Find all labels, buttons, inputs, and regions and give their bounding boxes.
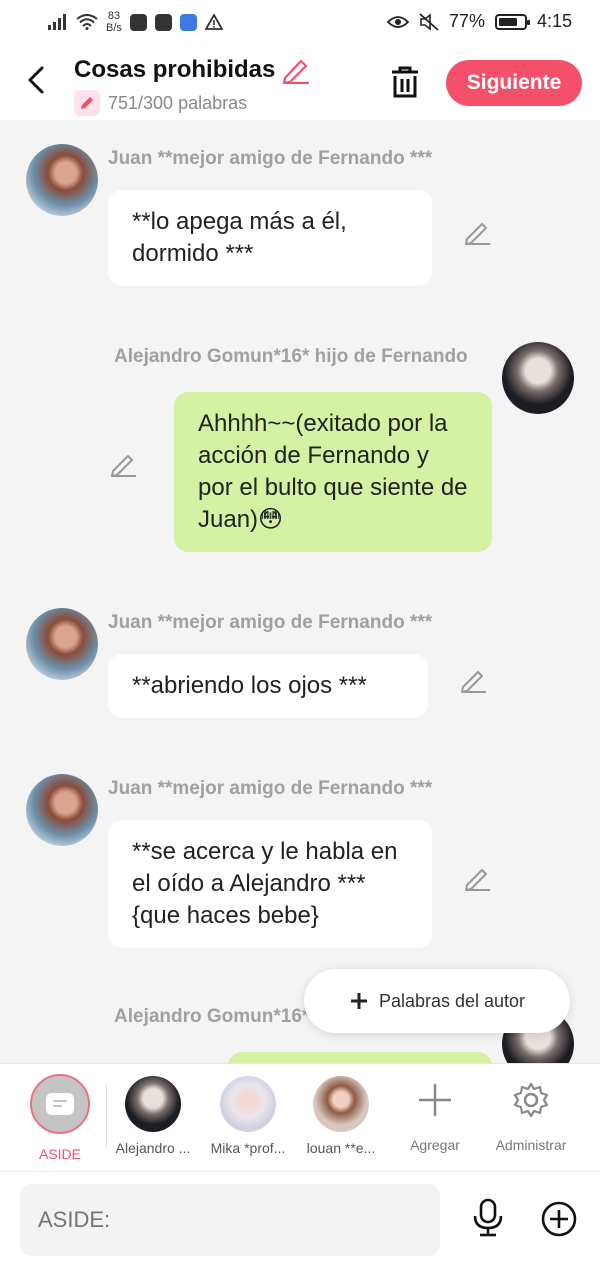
wifi-icon (76, 14, 98, 30)
edit-message-icon[interactable] (464, 218, 492, 246)
avatar-alejandro[interactable] (502, 342, 574, 414)
trash-icon[interactable] (388, 64, 422, 100)
author-words-label: Palabras del autor (378, 990, 526, 1011)
mute-icon (419, 12, 439, 31)
story-title[interactable]: Cosas prohibidas (74, 56, 311, 84)
input-bar (0, 1171, 600, 1267)
message-input[interactable] (20, 1184, 440, 1256)
speaker-name: Alejandro Gomun*16* hijo de Fernando (114, 346, 468, 367)
status-bar: 83 B/s 77% 4:15 (0, 0, 600, 46)
avatar-juan[interactable] (26, 774, 98, 846)
avatar-mika (220, 1076, 276, 1132)
message-bubble[interactable]: **lo apega más a él, dormido *** (108, 190, 432, 286)
manage-label: Administrar (495, 1137, 567, 1153)
chat-area[interactable]: Juan **mejor amigo de Fernando *** **lo … (0, 120, 600, 1063)
aside-icon (30, 1074, 90, 1134)
plus-icon (419, 1084, 451, 1116)
edit-message-icon[interactable] (460, 666, 488, 694)
word-count: 751/300 palabras (74, 90, 247, 116)
plus-icon (350, 993, 367, 1009)
character-bar: ASIDE Alejandro ... Mika *prof... louan … (0, 1063, 600, 1171)
speaker-name: Juan **mejor amigo de Fernando *** (108, 148, 433, 169)
next-button[interactable]: Siguiente (446, 60, 582, 106)
edit-message-icon[interactable] (110, 450, 138, 478)
character-label: Mika *prof... (210, 1140, 286, 1156)
divider (106, 1084, 107, 1148)
story-title-text: Cosas prohibidas (74, 56, 276, 83)
back-arrow-icon[interactable] (24, 64, 50, 96)
warning-icon (204, 14, 223, 30)
character-mika[interactable]: Mika *prof... (203, 1064, 293, 1156)
author-words-button[interactable]: Palabras del autor (304, 969, 570, 1033)
eye-icon (386, 15, 409, 28)
message-bubble[interactable]: Ahhhh~~(exitado por la acción de Fernand… (174, 392, 492, 552)
play-app-icon (154, 13, 172, 31)
shield-app-icon (179, 13, 197, 31)
character-label: ASIDE (38, 1146, 81, 1162)
edit-title-icon[interactable] (281, 56, 311, 84)
avatar-juan[interactable] (26, 144, 98, 216)
gear-icon (513, 1082, 549, 1118)
pencil-icon (74, 90, 100, 116)
manage-button[interactable]: Administrar (486, 1064, 576, 1153)
speaker-name: Juan **mejor amigo de Fernando *** (108, 612, 433, 633)
microphone-icon[interactable] (470, 1198, 506, 1238)
battery-icon (494, 13, 530, 30)
message-bubble[interactable] (228, 1052, 492, 1063)
avatar-louan (313, 1076, 369, 1132)
character-label: Alejandro ... (115, 1140, 191, 1156)
battery-percent: 77% (448, 11, 485, 31)
character-aside[interactable]: ASIDE (15, 1064, 105, 1162)
clock: 4:15 (536, 11, 572, 31)
speaker-name: Juan **mejor amigo de Fernando *** (108, 778, 433, 799)
word-count-text: 751/300 palabras (108, 92, 248, 113)
signal-icon (48, 14, 66, 30)
ad-app-icon (129, 13, 147, 31)
message-bubble[interactable]: **abriendo los ojos *** (108, 654, 428, 718)
battery-level (498, 17, 517, 26)
header: Cosas prohibidas 751/300 palabras Siguie… (0, 46, 600, 120)
add-circle-icon[interactable] (540, 1200, 578, 1238)
character-louan[interactable]: louan **e... (296, 1064, 386, 1156)
character-label: louan **e... (306, 1140, 376, 1156)
net-speed: 83 B/s (106, 10, 122, 34)
character-alejandro[interactable]: Alejandro ... (108, 1064, 198, 1156)
message-bubble[interactable]: **se acerca y le habla en el oído a Alej… (108, 820, 432, 948)
add-label: Agregar (410, 1137, 460, 1153)
avatar-juan[interactable] (26, 608, 98, 680)
add-character-button[interactable]: Agregar (390, 1064, 480, 1153)
avatar-alejandro (125, 1076, 181, 1132)
edit-message-icon[interactable] (464, 864, 492, 892)
